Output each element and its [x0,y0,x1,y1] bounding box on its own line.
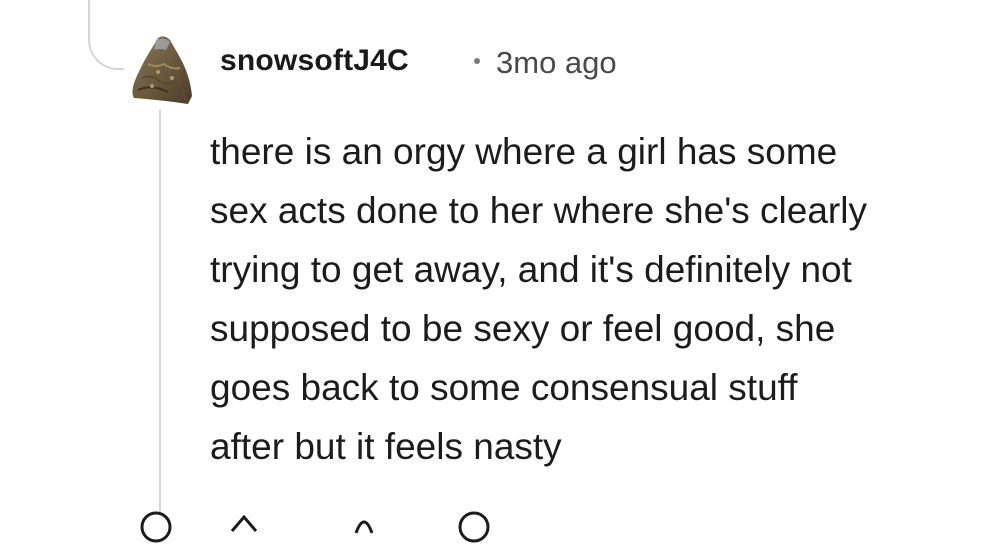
comment-line: sex acts done to her where she's clearly [210,190,867,231]
upvote-icon[interactable] [226,509,262,545]
comment-line: goes back to some consensual stuff [210,367,798,408]
comment-line: there is an orgy where a girl has some [210,131,838,172]
comment-body: there is an orgy where a girl has some s… [210,122,970,476]
more-icon[interactable] [456,509,492,545]
meta-separator-dot [474,58,480,64]
comment-action-bar [120,505,540,543]
award-icon[interactable] [346,509,382,545]
reply-icon[interactable] [138,509,174,545]
comment-line: after but it feels nasty [210,426,562,467]
comment-author[interactable]: snowsoftJ4C [220,44,409,78]
comment-timestamp: 3mo ago [496,45,617,80]
thread-line[interactable] [159,110,161,512]
avatar[interactable] [128,34,196,106]
comment-line: supposed to be sexy or feel good, she [210,308,836,349]
thread-connector-curve [88,0,124,70]
comment-line: trying to get away, and it's definitely … [210,249,852,290]
